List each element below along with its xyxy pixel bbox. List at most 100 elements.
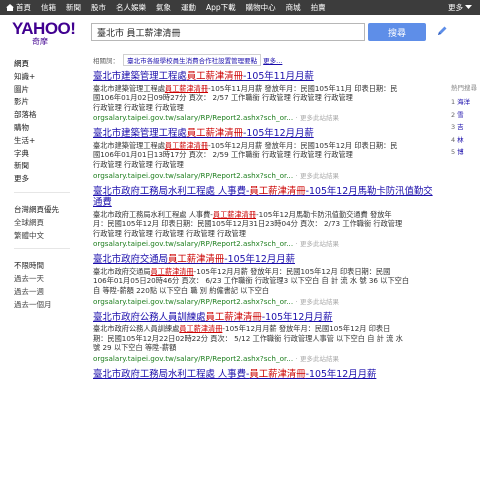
trending-item[interactable]: 4林 [451,134,480,147]
search-result: 臺北市政府公務人員訓練處員工薪津清冊-105年12月月薪 臺北市政府公務人員訓練… [93,312,438,364]
top-nav-stocks[interactable]: 股市 [86,0,111,15]
search-results: 臺北市建築管理工程處員工薪津清冊-105年11月月薪 臺北市建築管理工程處員工薪… [93,71,438,385]
region-filter-selected[interactable]: 台灣網頁優先 [14,204,74,217]
more-from-site[interactable]: 更多此站結果 [300,172,339,180]
top-nav-more-label: 更多 [448,3,463,12]
sidebar-item-blogs[interactable]: 部落格 [14,109,74,122]
result-url[interactable]: orgsalary.taipei.gov.tw/salary/RP/Report… [93,113,293,122]
right-panel: 熱門搜尋 1 海洋 2雪 3吉 4林 5博 [451,82,480,159]
search-result: 臺北市建築管理工程處員工薪津清冊-105年11月月薪 臺北市建築管理工程處員工薪… [93,71,438,123]
search-result: 臺北市建築管理工程處員工薪津清冊-105年12月月薪 臺北市建築管理工程處員工薪… [93,128,438,180]
snippet-line-3: 行政管理 行政管理 行政管理 行政管理 行政管理 [93,228,246,238]
trending-label: 博 [457,148,464,156]
related-searches: 相關詞： 臺北市各級學校員生消費合作社設置管理要點 更多... [93,54,413,66]
result-title[interactable]: 臺北市建築管理工程處員工薪津清冊-105年12月月薪 [93,128,438,140]
snippet-line-3: 自 等陞-薪額 220點 以下空白 職 別 約僱書記 以下空白 [93,286,270,296]
sidebar-divider [14,191,70,193]
result-url[interactable]: orgsalary.taipei.gov.tw/salary/RP/Report… [93,171,293,180]
result-url-row: orgsalary.taipei.gov.tw/salary/RP/Report… [93,354,438,364]
top-nav-weather[interactable]: 氣象 [151,0,176,15]
snippet-line-2: 106年01月05日20時46分 頁次： 6/23 工作職銜 行政管理3 以下空… [93,276,410,286]
result-title[interactable]: 臺北市政府公務人員訓練處員工薪津清冊-105年12月月薪 [93,312,438,324]
trending-item[interactable]: 3吉 [451,121,480,134]
result-title-suffix: -105年12月月薪 [305,368,377,380]
time-filter-day[interactable]: 過去一天 [14,273,74,286]
snippet-line-2: 國106年01月02日09時27分 頁次： 2/57 工作職銜 行政管理 行政管… [93,93,353,103]
snippet-suffix: -105年12月月薪 發放年月：民國105年12月 印表日期：民國 [193,266,391,276]
top-nav-auction[interactable]: 拍賣 [306,0,331,15]
time-filter-month[interactable]: 過去一個月 [14,299,74,312]
snippet-suffix: -105年12月月薪 發放年月：民國105年12月 印表日期：民 [208,140,398,150]
pencil-icon[interactable] [436,25,448,37]
top-nav-home[interactable]: 首頁 [0,0,36,15]
search-input[interactable] [91,23,365,41]
related-link[interactable]: 臺北市各級學校員生消費合作社設置管理要點 [123,54,262,66]
top-nav-app-download[interactable]: App下載 [201,0,241,15]
top-nav-mail[interactable]: 信箱 [36,0,61,15]
trending-rank: 1 [451,98,456,106]
sidebar-item-life[interactable]: 生活+ [14,135,74,148]
top-nav-mall[interactable]: 商城 [281,0,306,15]
more-from-site[interactable]: 更多此站結果 [300,240,339,248]
vertical-nav: 網頁 知識+ 圖片 影片 部落格 購物 生活+ 字典 新聞 更多 [14,58,74,186]
trending-rank: 5 [451,148,456,156]
result-title[interactable]: 臺北市建築管理工程處員工薪津清冊-105年11月月薪 [93,71,438,83]
result-title[interactable]: 臺北市政府交通局員工薪津清冊-105年12月月薪 [93,254,438,266]
trending-rank: 4 [451,135,456,144]
top-nav-label: 首頁 [16,3,31,12]
more-from-site[interactable]: 更多此站結果 [300,355,339,363]
sidebar-item-news[interactable]: 新聞 [14,160,74,173]
sidebar-item-web[interactable]: 網頁 [14,58,74,71]
related-more-link[interactable]: 更多... [263,57,282,65]
top-nav-celebrity[interactable]: 名人娛樂 [111,0,151,15]
snippet-line-2: 月：民國105年12月 印表日期：民國105年12月31日23時04分 頁次： … [93,219,403,229]
result-url-row: orgsalary.taipei.gov.tw/salary/RP/Report… [93,171,438,181]
result-url[interactable]: orgsalary.taipei.gov.tw/salary/RP/Report… [93,239,293,248]
result-title-highlight: 員工薪津清冊 [168,254,225,266]
sidebar-item-shopping[interactable]: 購物 [14,122,74,135]
snippet-prefix: 臺北市建築管理工程處 [93,83,165,93]
sidebar-item-answers[interactable]: 知識+ [14,71,74,84]
trending-item[interactable]: 2雪 [451,109,480,122]
time-filter-selected[interactable]: 不限時間 [14,260,74,273]
result-title[interactable]: 臺北市政府工務局水利工程處 人事費-員工薪津清冊-105年12月月薪 [93,369,438,381]
search-button[interactable]: 搜尋 [368,23,426,41]
sidebar-divider [14,248,70,250]
snippet-highlight: 員工薪津清冊 [164,83,209,93]
result-url[interactable]: orgsalary.taipei.gov.tw/salary/RP/Report… [93,354,293,363]
result-title-highlight: 員工薪津清冊 [249,368,306,380]
sidebar-item-dictionary[interactable]: 字典 [14,148,74,161]
top-nav-more[interactable]: 更多 [443,0,480,15]
top-nav-news[interactable]: 新聞 [61,0,86,15]
region-filter-traditional[interactable]: 繁體中文 [14,230,74,243]
snippet-line-2: 期：民國105年12月22日02時22分 頁次： 5/12 工作職銜 行政管理人… [93,333,403,343]
snippet-prefix: 臺北市政府交通局 [93,266,151,276]
snippet-suffix: -105年11月月薪 發放年月：民國105年11月 印表日期：民 [208,83,398,93]
top-nav-shopping[interactable]: 購物中心 [241,0,281,15]
trending-rank: 2 [451,110,456,119]
snippet-prefix: 臺北市政府公務人員訓練處 [93,324,180,334]
time-filter: 不限時間 過去一天 過去一週 過去一個月 [14,260,74,311]
trending-item[interactable]: 5博 [451,146,480,159]
snippet-highlight: 員工薪津清冊 [179,324,223,334]
result-title-suffix: -105年11月月薪 [243,71,314,82]
trending-item[interactable]: 1 海洋 [451,96,480,109]
sidebar-item-images[interactable]: 圖片 [14,84,74,97]
snippet-line-3: 行政管理 行政管理 行政管理 [93,102,184,112]
url-separator: · [295,296,298,306]
result-title-prefix: 臺北市政府公務人員訓練處 [93,311,206,323]
result-title-suffix: -105年12月月薪 [224,254,295,266]
region-filter-global[interactable]: 全球網頁 [14,217,74,230]
snippet-prefix: 臺北市建築管理工程處 [93,140,165,150]
top-nav-sports[interactable]: 運動 [176,0,201,15]
result-title-prefix: 臺北市政府工務局水利工程處 人事費- [93,185,250,197]
more-from-site[interactable]: 更多此站結果 [300,298,339,306]
more-from-site[interactable]: 更多此站結果 [300,114,339,122]
sidebar-item-videos[interactable]: 影片 [14,96,74,109]
yahoo-logo[interactable]: YAHOO! 奇摩 [12,19,76,50]
result-url[interactable]: orgsalary.taipei.gov.tw/salary/RP/Report… [93,297,293,306]
result-title[interactable]: 臺北市政府工務局水利工程處 人事費-員工薪津清冊-105年12月馬勒卡防汛值勤交… [93,186,438,209]
time-filter-week[interactable]: 過去一週 [14,286,74,299]
logo-brand: YAHOO! [12,19,76,38]
sidebar-item-more[interactable]: 更多 [14,173,74,186]
